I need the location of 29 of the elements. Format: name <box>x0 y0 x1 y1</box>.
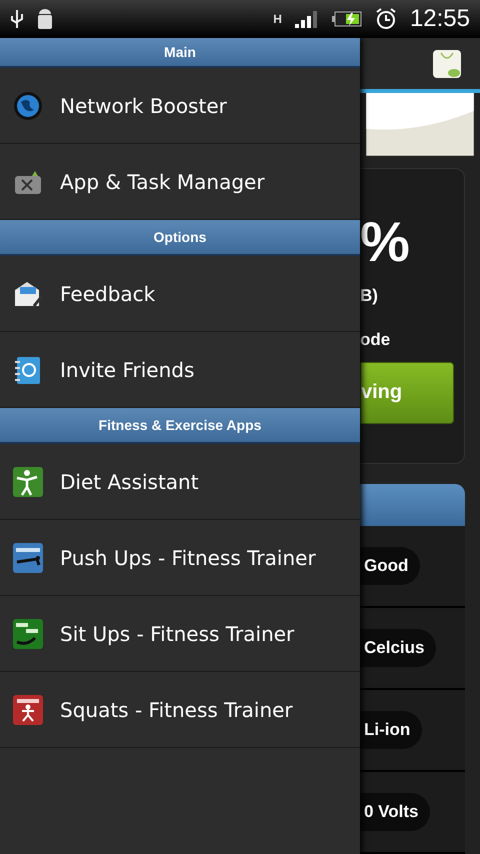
percent-text: % <box>360 208 411 274</box>
value-pill: Good <box>360 547 420 585</box>
value-pill: 0 Volts <box>360 793 430 831</box>
drawer-item[interactable]: Squats - Fitness Trainer <box>0 672 360 748</box>
network-type: H <box>273 12 282 26</box>
drawer-item[interactable]: Diet Assistant <box>0 444 360 520</box>
mode-text: ode <box>360 330 392 350</box>
clock-time: 12:55 <box>410 5 470 33</box>
globe-icon <box>12 90 44 122</box>
shopping-bag-icon[interactable] <box>432 48 462 79</box>
sit-ups-icon <box>12 618 44 650</box>
drawer-item[interactable]: Sit Ups - Fitness Trainer <box>0 596 360 672</box>
signal-icon <box>294 9 320 29</box>
drawer-item[interactable]: Network Booster <box>0 68 360 144</box>
value-pill: Li-ion <box>360 711 422 749</box>
value-pill: Celcius <box>360 629 436 667</box>
drawer-item[interactable]: Feedback <box>0 256 360 332</box>
squats-icon <box>12 694 44 726</box>
section-header: Main <box>0 38 360 68</box>
section-header: Fitness & Exercise Apps <box>0 408 360 444</box>
push-ups-icon <box>12 542 44 574</box>
robot-icon <box>36 7 54 31</box>
alarm-icon <box>374 7 398 31</box>
usb-icon <box>10 8 24 30</box>
section-header: Options <box>0 220 360 256</box>
fitness-figure-icon <box>12 466 44 498</box>
memory-text: B) <box>360 286 379 306</box>
drawer-item[interactable]: Push Ups - Fitness Trainer <box>0 520 360 596</box>
battery-icon <box>332 10 362 28</box>
